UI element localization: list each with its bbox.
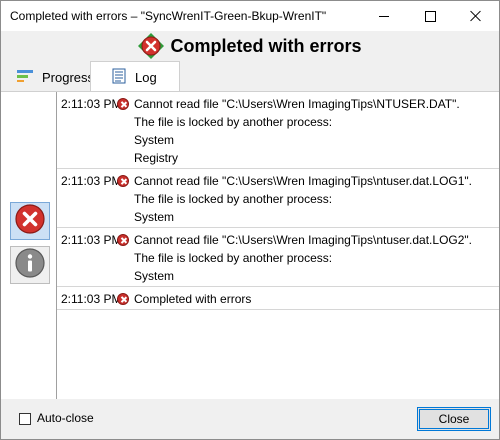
log-time: 2:11:03 PM: [61, 292, 122, 306]
log-message: Cannot read file "C:\Users\Wren ImagingT…: [134, 233, 473, 247]
filter-errors-button[interactable]: [10, 202, 50, 240]
log-entry[interactable]: 2:11:03 PM Cannot read file "C:\Users\Wr…: [57, 228, 499, 287]
error-icon: [117, 293, 129, 305]
log-time: 2:11:03 PM: [61, 233, 122, 247]
log-message: Cannot read file "C:\Users\Wren ImagingT…: [134, 97, 460, 111]
close-button[interactable]: Close: [417, 407, 491, 431]
maximize-button[interactable]: [407, 1, 453, 31]
error-icon: [138, 33, 165, 59]
log-message: System: [134, 269, 175, 283]
title-bar: Completed with errors – "SyncWrenIT-Gree…: [1, 1, 499, 31]
error-icon: [117, 234, 129, 246]
tab-label: Log: [135, 69, 157, 85]
auto-close-checkbox[interactable]: [19, 413, 31, 425]
log-message: Completed with errors: [134, 292, 252, 306]
auto-close-label[interactable]: Auto-close: [37, 411, 94, 425]
log-entry[interactable]: 2:11:03 PM Cannot read file "C:\Users\Wr…: [57, 92, 499, 169]
window-title: Completed with errors – "SyncWrenIT-Gree…: [10, 9, 327, 23]
progress-bars-icon: [16, 69, 34, 86]
log-message: The file is locked by another process:: [134, 251, 333, 265]
tab-bar: Progress Log: [1, 61, 499, 92]
log-panel: 2:11:03 PM Cannot read file "C:\Users\Wr…: [1, 91, 499, 400]
filter-info-button[interactable]: [10, 246, 50, 284]
error-icon: [117, 98, 129, 110]
info-icon: [14, 247, 46, 284]
log-message: System: [134, 133, 175, 147]
dialog-window: Completed with errors – "SyncWrenIT-Gree…: [0, 0, 500, 440]
log-list: 2:11:03 PM Cannot read file "C:\Users\Wr…: [57, 92, 499, 310]
log-message: The file is locked by another process:: [134, 192, 333, 206]
log-message: Cannot read file "C:\Users\Wren ImagingT…: [134, 174, 473, 188]
minimize-icon: [379, 15, 389, 17]
filter-column: [1, 92, 57, 400]
maximize-icon: [424, 10, 436, 22]
close-icon: [470, 10, 482, 22]
log-time: 2:11:03 PM: [61, 97, 122, 111]
log-entry[interactable]: 2:11:03 PM Completed with errors: [57, 287, 499, 310]
status-title: Completed with errors: [170, 35, 362, 56]
log-message: Registry: [134, 151, 179, 165]
log-message: The file is locked by another process:: [134, 115, 333, 129]
log-list-icon: [111, 68, 127, 87]
log-time: 2:11:03 PM: [61, 174, 122, 188]
log-message: System: [134, 210, 175, 224]
tab-label: Progress: [42, 69, 95, 85]
close-window-button[interactable]: [453, 1, 499, 31]
tab-log[interactable]: Log: [90, 61, 180, 92]
dialog-footer: Auto-close Close: [1, 399, 499, 439]
error-icon: [14, 203, 46, 240]
status-header: Completed with errors: [1, 31, 499, 61]
minimize-button[interactable]: [361, 1, 407, 31]
error-icon: [117, 175, 129, 187]
tab-progress[interactable]: Progress: [4, 63, 94, 91]
log-entry[interactable]: 2:11:03 PM Cannot read file "C:\Users\Wr…: [57, 169, 499, 228]
